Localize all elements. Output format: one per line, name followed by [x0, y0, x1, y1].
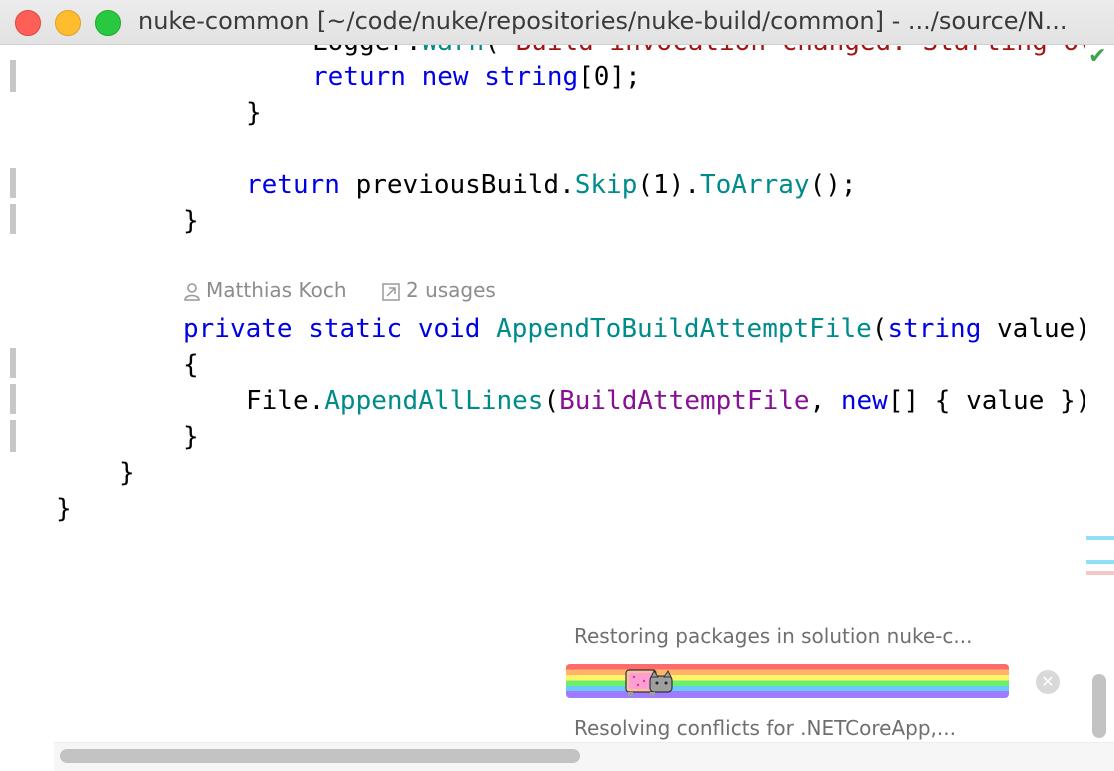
minimize-window-button[interactable] — [55, 10, 81, 36]
separator: , — [809, 386, 841, 416]
usages-arrow-icon — [382, 282, 400, 301]
horizontal-scroll-thumb[interactable] — [60, 749, 580, 763]
to-array-method: ToArray — [699, 170, 810, 200]
task-status: Resolving conflicts for .NETCoreApp,... — [574, 716, 956, 740]
string-keyword: string — [484, 62, 579, 92]
nyan-cat-icon — [625, 669, 673, 696]
skip-arg: (1). — [637, 170, 700, 200]
error-stripe-mark[interactable] — [1086, 536, 1114, 540]
background-tasks-popup: Restoring packages in solution nuke-c...… — [556, 612, 1096, 742]
close-window-button[interactable] — [15, 10, 41, 36]
code-line-brace[interactable]: } — [56, 491, 72, 527]
code-line-return-skip[interactable]: return previousBuild.Skip(1).ToArray(); — [246, 167, 857, 203]
open-paren: ( — [543, 386, 560, 416]
return-keyword: return — [312, 62, 406, 92]
skip-method: Skip — [574, 170, 638, 200]
author-hint[interactable]: Matthias Koch — [184, 278, 347, 302]
progress-bar — [566, 664, 1009, 698]
change-marker[interactable] — [10, 168, 16, 198]
array-init: [0]; — [578, 62, 641, 92]
open-paren: ( — [871, 314, 888, 344]
append-all-lines-method: AppendAllLines — [324, 386, 544, 416]
usages-count: 2 usages — [406, 278, 496, 302]
code-line-return-empty[interactable]: return new string[0]; — [312, 59, 641, 95]
horizontal-scrollbar[interactable] — [54, 742, 1114, 771]
change-marker[interactable] — [10, 384, 16, 414]
new-keyword: new — [840, 386, 888, 416]
parameter: value) — [997, 314, 1085, 344]
task-title: Restoring packages in solution nuke-c... — [574, 624, 973, 648]
void-keyword: void — [417, 314, 481, 344]
change-marker[interactable] — [10, 420, 16, 452]
code-line-brace[interactable]: { — [183, 347, 199, 383]
return-keyword: return — [246, 170, 340, 200]
person-icon — [184, 282, 200, 301]
code-line-brace[interactable]: } — [183, 203, 199, 239]
change-marker[interactable] — [10, 204, 16, 234]
change-marker[interactable] — [10, 60, 16, 92]
code-line-brace[interactable]: } — [246, 95, 262, 131]
private-keyword: private — [183, 314, 293, 344]
author-name: Matthias Koch — [206, 278, 347, 302]
code-line-brace[interactable]: } — [183, 419, 199, 455]
inspection-ok-icon[interactable]: ✔ — [1088, 44, 1106, 69]
static-keyword: static — [308, 314, 403, 344]
title-bar: nuke-common [~/code/nuke/repositories/nu… — [0, 0, 1114, 45]
error-stripe-mark[interactable] — [1086, 571, 1114, 575]
string-keyword: string — [887, 314, 982, 344]
code-editor[interactable]: Logger.Warn("Build invocation changed. S… — [0, 0, 1085, 600]
window-title: nuke-common [~/code/nuke/repositories/nu… — [138, 7, 1068, 35]
build-attempt-file-field: BuildAttemptFile — [559, 386, 810, 416]
error-stripe-mark[interactable] — [1086, 560, 1114, 564]
change-marker[interactable] — [10, 348, 16, 378]
code-line-method-signature[interactable]: private static void AppendToBuildAttempt… — [183, 311, 1085, 347]
file-object: File. — [246, 386, 325, 416]
code-line-brace[interactable]: } — [119, 455, 135, 491]
array-literal: [] { value }) — [887, 386, 1085, 416]
zoom-window-button[interactable] — [95, 10, 121, 36]
new-keyword: new — [421, 62, 469, 92]
cancel-task-button[interactable]: ✕ — [1036, 670, 1060, 694]
method-name: AppendToBuildAttemptFile — [496, 314, 872, 344]
code-line-append[interactable]: File.AppendAllLines(BuildAttemptFile, ne… — [246, 383, 1085, 419]
call-end: (); — [809, 170, 857, 200]
usages-hint[interactable]: 2 usages — [382, 278, 496, 302]
vertical-scrollbar[interactable] — [1092, 674, 1106, 738]
previous-build-object: previousBuild. — [355, 170, 575, 200]
